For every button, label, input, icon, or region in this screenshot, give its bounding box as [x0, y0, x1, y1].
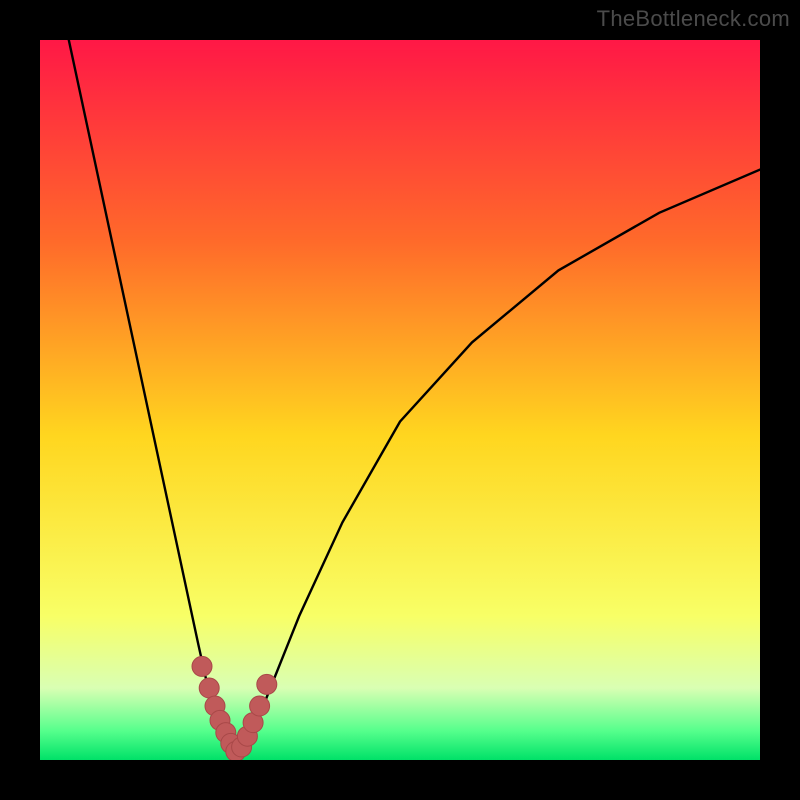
marker-dot	[257, 674, 277, 694]
plot-area	[40, 40, 760, 760]
chart-svg	[40, 40, 760, 760]
gradient-background	[40, 40, 760, 760]
watermark-text: TheBottleneck.com	[597, 6, 790, 32]
marker-dot	[192, 656, 212, 676]
marker-dot	[250, 696, 270, 716]
marker-dot	[199, 678, 219, 698]
chart-stage: TheBottleneck.com	[0, 0, 800, 800]
